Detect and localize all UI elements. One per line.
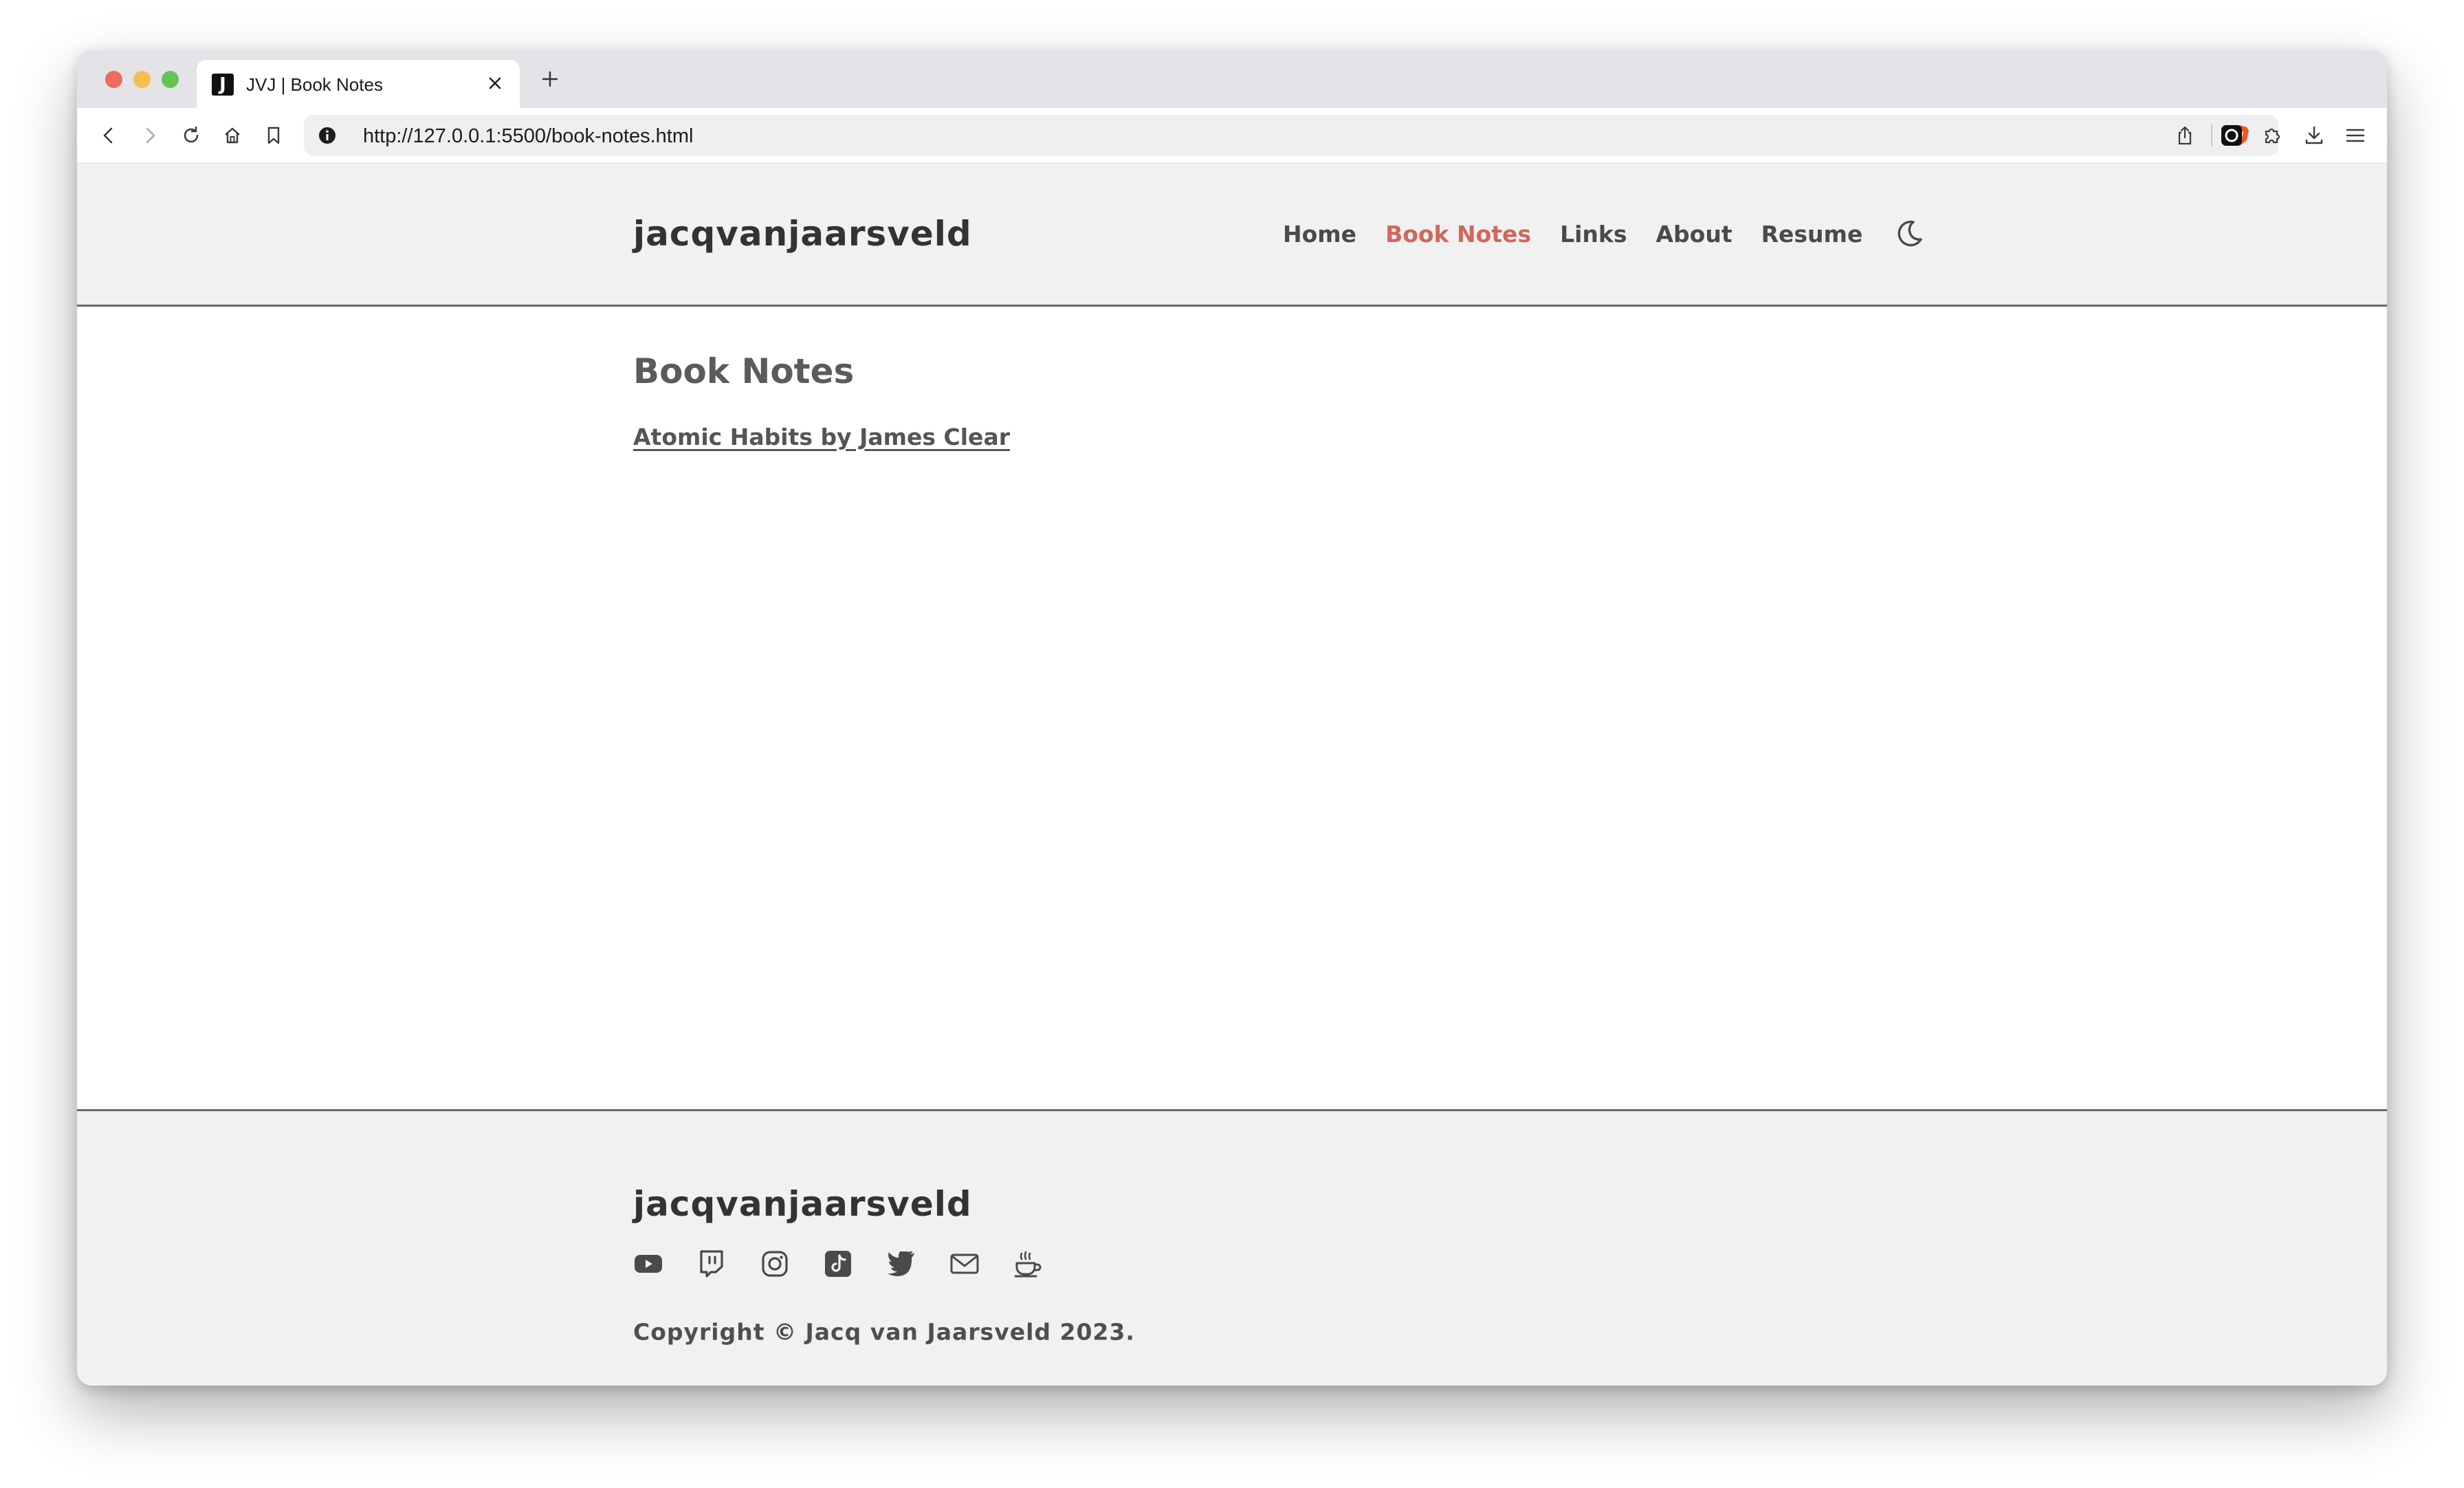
nav-about[interactable]: About: [1656, 221, 1732, 248]
main-nav: Home Book Notes Links About Resume: [1283, 216, 1927, 252]
youtube-icon[interactable]: [633, 1249, 663, 1279]
address-bar[interactable]: http://127.0.0.1:5500/book-notes.html: [304, 115, 2278, 156]
tab-title: JVJ | Book Notes: [246, 74, 383, 95]
browser-window: J JVJ | Book Notes http://127.0.0.1:5500…: [77, 50, 2387, 1386]
browser-toolbar: http://127.0.0.1:5500/book-notes.html: [77, 108, 2387, 164]
nav-links[interactable]: Links: [1560, 221, 1627, 248]
desktop: J JVJ | Book Notes http://127.0.0.1:5500…: [0, 0, 2464, 1488]
main-content: Book Notes Atomic Habits by James Clear: [633, 349, 1939, 450]
tab-close-icon[interactable]: [483, 71, 507, 96]
page-title: Book Notes: [633, 351, 855, 391]
site-logo[interactable]: jacqvanjaarsveld: [633, 214, 972, 254]
bookmark-icon[interactable]: [258, 120, 289, 151]
twitter-icon[interactable]: [886, 1249, 916, 1279]
book-link[interactable]: Atomic Habits by James Clear: [633, 424, 1010, 450]
home-icon[interactable]: [217, 120, 248, 151]
instagram-icon[interactable]: [760, 1249, 790, 1279]
url-text[interactable]: http://127.0.0.1:5500/book-notes.html: [363, 124, 693, 148]
coffee-icon[interactable]: [1013, 1249, 1043, 1279]
nav-resume[interactable]: Resume: [1761, 221, 1863, 248]
nav-book-notes[interactable]: Book Notes: [1385, 221, 1531, 248]
back-icon[interactable]: [94, 120, 124, 151]
site-info-icon[interactable]: [318, 126, 337, 145]
mail-icon[interactable]: [949, 1249, 980, 1279]
social-links: [633, 1249, 1076, 1279]
nav-home[interactable]: Home: [1283, 221, 1356, 248]
footer-logo: jacqvanjaarsveld: [633, 1184, 972, 1224]
page-viewport: jacqvanjaarsveld Home Book Notes Links A…: [77, 164, 2387, 1386]
site-footer: jacqvanjaarsveld Copyright © Jacq van Ja…: [77, 1109, 2387, 1386]
tab-strip: J JVJ | Book Notes: [77, 50, 2387, 108]
address-bar-divider: [2211, 124, 2212, 146]
menu-icon[interactable]: [2340, 120, 2370, 151]
zoom-window-button[interactable]: [162, 71, 179, 88]
new-tab-icon[interactable]: [536, 65, 564, 93]
extension-icon[interactable]: [2216, 120, 2247, 151]
close-window-button[interactable]: [105, 71, 122, 88]
minimize-window-button[interactable]: [133, 71, 151, 88]
favicon-icon: J: [212, 74, 234, 96]
puzzle-extensions-icon[interactable]: [2258, 120, 2288, 151]
moon-icon[interactable]: [1891, 216, 1927, 252]
browser-tab[interactable]: J JVJ | Book Notes: [197, 60, 520, 108]
share-icon[interactable]: [2171, 122, 2199, 149]
site-header: jacqvanjaarsveld Home Book Notes Links A…: [77, 164, 2387, 307]
reload-icon[interactable]: [176, 120, 206, 151]
tiktok-icon[interactable]: [823, 1249, 853, 1279]
copyright-text: Copyright © Jacq van Jaarsveld 2023.: [633, 1318, 1135, 1346]
twitch-icon[interactable]: [696, 1249, 727, 1279]
download-icon[interactable]: [2299, 120, 2329, 151]
forward-icon[interactable]: [135, 120, 165, 151]
